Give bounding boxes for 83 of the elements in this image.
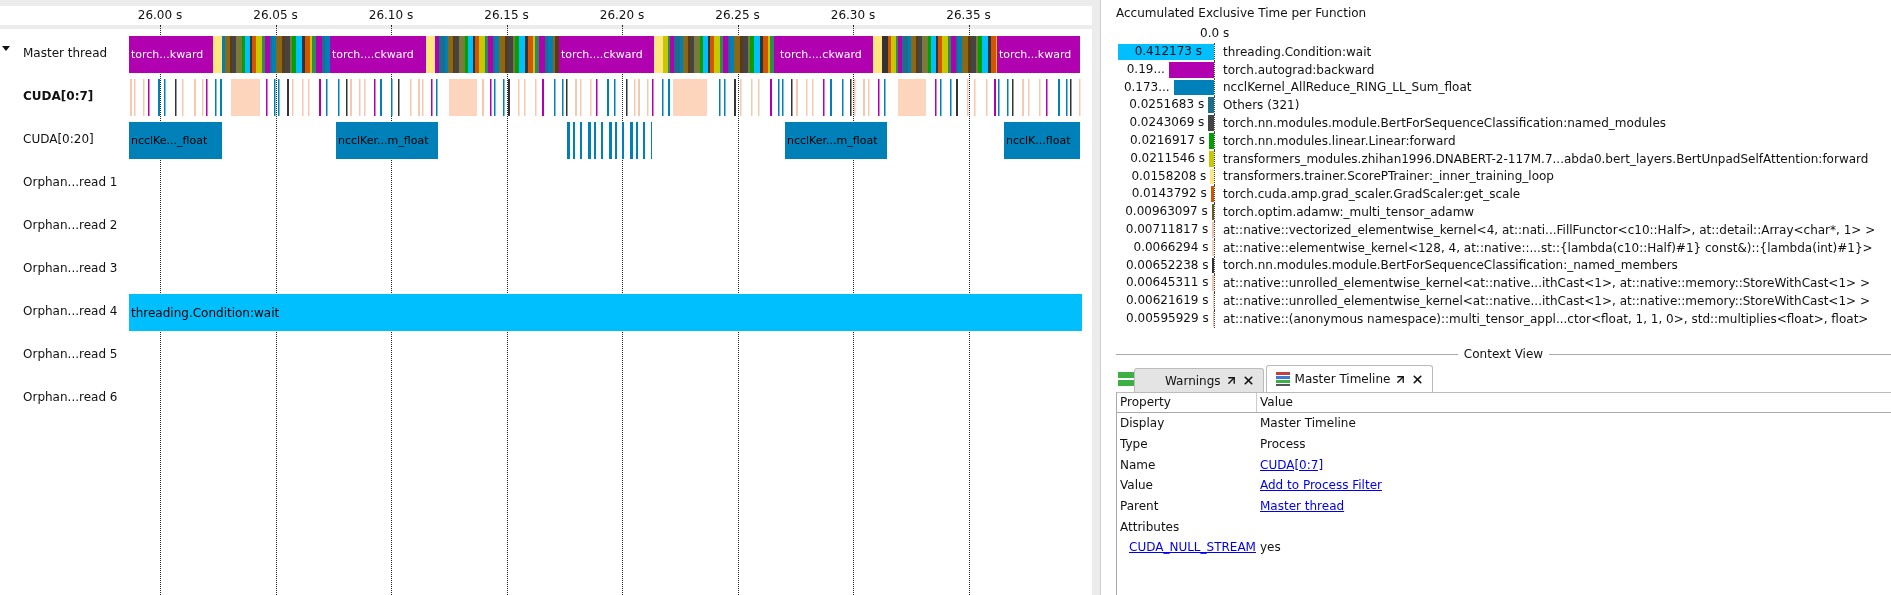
function-name[interactable]: torch.optim.adamw:_multi_tensor_adamw xyxy=(1223,205,1891,220)
row-label[interactable]: Master thread xyxy=(23,45,108,60)
property-name: Type xyxy=(1119,437,1148,452)
time-tick-label: 26.25 s xyxy=(715,8,760,22)
caret-icon[interactable] xyxy=(2,46,10,51)
stack-icon[interactable] xyxy=(1118,372,1134,386)
attribute-link[interactable]: CUDA_NULL_STREAM xyxy=(1129,540,1256,555)
time-value: 0.0243069 s xyxy=(1129,115,1205,130)
time-tick-label: 26.30 s xyxy=(830,8,876,22)
time-tick-label: 26.35 s xyxy=(946,8,991,22)
function-name[interactable]: ncclKernel_AllReduce_RING_LL_Sum_float xyxy=(1223,80,1891,95)
panel-title: Context View xyxy=(1463,347,1544,361)
property-value: yes xyxy=(1259,540,1281,555)
time-value: 0.00645311 s xyxy=(1125,275,1209,290)
time-value: 0.19... xyxy=(1126,61,1165,76)
time-tick-label: 26.20 s xyxy=(599,8,645,22)
property-value: Process xyxy=(1259,437,1306,452)
timeline-icon xyxy=(1274,371,1291,387)
property-name: Attributes xyxy=(1119,519,1180,534)
function-name[interactable]: at::native::(anonymous namespace)::multi_tensor_appl...ctor<float, 1, 1, 0>, std::multiplies<float>, float> xyxy=(1223,311,1891,326)
row-label[interactable]: Orphan...read 4 xyxy=(23,303,118,318)
column-header[interactable]: Value xyxy=(1257,393,1891,412)
function-name[interactable]: at::native::elementwise_kernel<128, 4, at::native::...st::{lambda(c10::Half)#1} const&)::{lambda(int)#1}> xyxy=(1223,240,1891,255)
value-link[interactable]: Add to Process Filter xyxy=(1257,478,1382,493)
row-label[interactable]: Orphan...read 6 xyxy=(23,389,118,404)
property-name: Parent xyxy=(1119,499,1159,514)
property-name: Display xyxy=(1119,416,1165,431)
time-value: 0.00963097 s xyxy=(1125,204,1208,219)
time-value: 0.412173 s xyxy=(1134,44,1202,58)
time-tick-label: 26.10 s xyxy=(368,8,414,22)
value-link[interactable]: Master thread xyxy=(1257,499,1345,514)
event-block[interactable]: torch....ckward xyxy=(778,36,873,73)
function-name[interactable]: Others (321) xyxy=(1223,98,1891,113)
time-value: 0.0066294 s xyxy=(1133,239,1209,254)
event-block[interactable]: threading.Condition:wait xyxy=(129,294,1082,331)
close-icon[interactable] xyxy=(1241,374,1255,387)
time-tick-label: 26.05 s xyxy=(253,8,298,22)
panel-tab[interactable]: Master Timeline xyxy=(1265,365,1434,392)
row-label[interactable]: Orphan...read 1 xyxy=(23,174,118,189)
time-value: 0.0143792 s xyxy=(1131,186,1207,201)
row-label[interactable]: Orphan...read 3 xyxy=(23,260,118,275)
property-name: Value xyxy=(1119,478,1153,493)
row-label[interactable]: Orphan...read 2 xyxy=(23,217,118,232)
function-name[interactable]: at::native::vectorized_elementwise_kernel<4, at::nati...FillFunctor<c10::Half>, at::detail::Array<char*, 1> > xyxy=(1223,222,1891,237)
time-value: 0.0251683 s xyxy=(1129,97,1205,112)
time-value: 0.0158208 s xyxy=(1131,168,1207,183)
row-label[interactable]: CUDA[0:20] xyxy=(23,131,94,146)
event-block[interactable]: torch...kward xyxy=(997,36,1080,73)
event-block[interactable]: torch....ckward xyxy=(559,36,654,73)
event-block[interactable]: ncclKe..._float xyxy=(129,122,222,159)
time-value: 0.0216917 s xyxy=(1129,133,1205,147)
event-block[interactable]: torch....ckward xyxy=(330,36,426,73)
function-name[interactable]: torch.nn.modules.module.BertForSequenceClassification:named_modules xyxy=(1223,116,1891,131)
time-value: 0.00652238 s xyxy=(1125,257,1209,272)
summary-title: Accumulated Exclusive Time per Function xyxy=(1116,6,1368,22)
function-name[interactable]: torch.autograd:backward xyxy=(1223,62,1891,77)
event-block[interactable]: ncclK...float xyxy=(1004,122,1080,159)
function-name[interactable]: torch.nn.modules.linear.Linear:forward xyxy=(1223,133,1891,148)
time-value: 0.0211546 s xyxy=(1130,150,1206,165)
function-name[interactable]: at::native::unrolled_elementwise_kernel<at::native...ithCast<1>, at::native::memory::StoreWithCast<1> > xyxy=(1223,276,1891,291)
time-tick-label: 26.00 s xyxy=(137,8,183,22)
row-label[interactable]: Orphan...read 5 xyxy=(23,346,118,361)
axis-label: 0.0 s xyxy=(1200,26,1230,42)
time-value: 0.00711817 s xyxy=(1125,221,1209,236)
panel-tab[interactable]: Warnings xyxy=(1134,368,1264,392)
property-name: Name xyxy=(1119,457,1156,472)
event-block[interactable]: ncclKer...m_float xyxy=(336,122,438,159)
function-name[interactable]: transformers.trainer.ScorePTrainer:_inner_training_loop xyxy=(1223,169,1891,184)
function-name[interactable]: threading.Condition:wait xyxy=(1223,44,1891,59)
event-block[interactable]: ncclKer...m_float xyxy=(785,122,887,159)
value-link[interactable]: CUDA[0:7] xyxy=(1257,457,1324,472)
time-value: 0.173... xyxy=(1123,79,1170,94)
function-name[interactable]: torch.nn.modules.module.BertForSequenceClassification:_named_members xyxy=(1223,258,1891,273)
property-value: Master Timeline xyxy=(1259,416,1356,431)
time-value: 0.00595929 s xyxy=(1126,310,1209,325)
event-block[interactable]: torch...kward xyxy=(129,36,213,73)
column-header[interactable]: Property xyxy=(1117,393,1257,412)
time-tick-label: 26.15 s xyxy=(484,8,529,22)
time-value: 0.00621619 s xyxy=(1125,293,1209,308)
row-label[interactable]: CUDA[0:7] xyxy=(23,88,94,103)
function-name[interactable]: torch.cuda.amp.grad_scaler.GradScaler:get_scale xyxy=(1223,187,1891,202)
function-name[interactable]: transformers_modules.zhihan1996.DNABERT-2-117M.7...abda0.bert_layers.BertUnpadSelfAttention:forward xyxy=(1223,151,1891,166)
function-name[interactable]: at::native::unrolled_elementwise_kernel<at::native...ithCast<1>, at::native::memory::StoreWithCast<1> > xyxy=(1223,294,1891,309)
